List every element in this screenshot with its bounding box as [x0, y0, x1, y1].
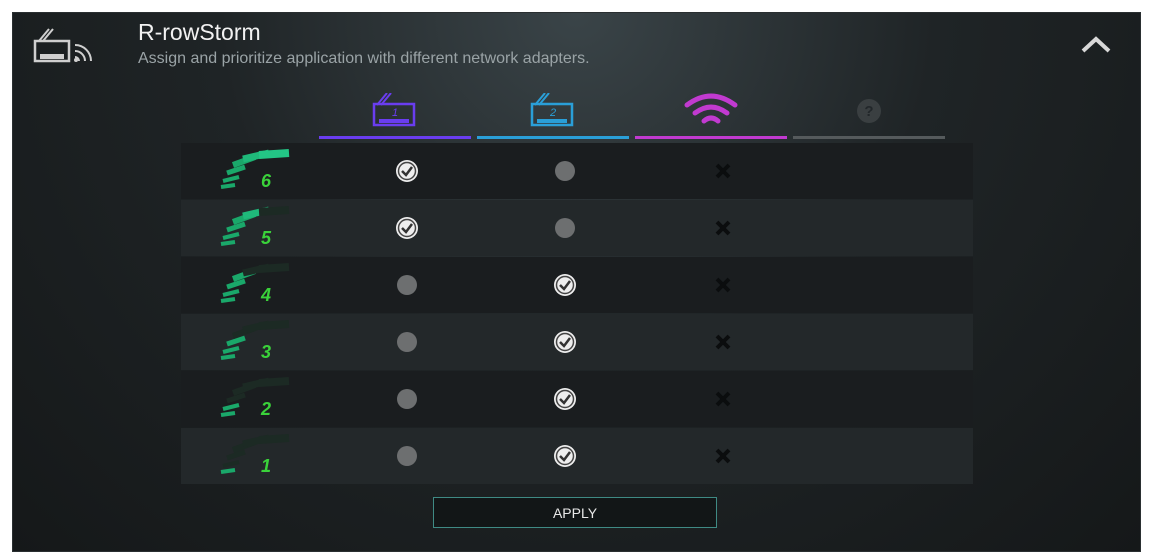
disabled-x-icon	[715, 391, 731, 407]
table-row: 1	[181, 428, 973, 484]
unselected-dot[interactable]	[555, 161, 575, 181]
priority-meter-icon: 1	[220, 434, 290, 476]
cell-adapter-1[interactable]	[331, 428, 483, 484]
cell-wifi	[647, 257, 799, 313]
cell-adapter-2[interactable]	[489, 200, 641, 256]
cell-adapter-1[interactable]	[331, 257, 483, 313]
cell-wifi	[647, 143, 799, 199]
column-header-adapter-1: 1	[319, 89, 471, 139]
apply-button[interactable]: APPLY	[433, 497, 717, 528]
cell-adapter-1[interactable]	[331, 371, 483, 427]
cell-adapter-2[interactable]	[489, 428, 641, 484]
priority-meter-icon: 5	[220, 206, 290, 248]
help-icon: ?	[857, 99, 881, 123]
svg-text:5: 5	[261, 228, 272, 248]
priority-table: 6 5 4 3 2 1	[181, 143, 973, 484]
column-underline-wifi	[635, 136, 787, 139]
checkmark-icon[interactable]	[553, 273, 577, 297]
column-header-adapter-2: 2	[477, 89, 629, 139]
table-row: 5	[181, 200, 973, 256]
column-header-unknown: ?	[793, 89, 945, 139]
cell-adapter-1[interactable]	[331, 143, 483, 199]
table-row: 4	[181, 257, 973, 313]
column-header-wifi	[635, 89, 787, 139]
svg-text:3: 3	[261, 342, 271, 362]
svg-text:1: 1	[261, 456, 271, 476]
cell-adapter-2[interactable]	[489, 143, 641, 199]
rowstorm-panel: R-rowStorm Assign and prioritize applica…	[12, 12, 1141, 552]
priority-meter-icon: 6	[220, 149, 290, 191]
column-underline-adapter-1	[319, 136, 471, 139]
svg-text:2: 2	[549, 107, 556, 119]
checkmark-icon[interactable]	[395, 159, 419, 183]
table-row: 6	[181, 143, 973, 199]
cell-adapter-2[interactable]	[489, 257, 641, 313]
unselected-dot[interactable]	[555, 218, 575, 238]
unselected-dot[interactable]	[397, 446, 417, 466]
page-title: R-rowStorm	[138, 19, 261, 45]
svg-text:?: ?	[864, 103, 873, 120]
svg-text:4: 4	[260, 285, 271, 305]
disabled-x-icon	[715, 277, 731, 293]
checkmark-icon[interactable]	[553, 387, 577, 411]
cell-adapter-1[interactable]	[331, 200, 483, 256]
cell-adapter-1[interactable]	[331, 314, 483, 370]
disabled-x-icon	[715, 163, 731, 179]
network-adapter-icon	[33, 28, 92, 63]
table-row: 3	[181, 314, 973, 370]
network-adapter-2-icon: 2	[530, 93, 574, 127]
cell-wifi	[647, 428, 799, 484]
wifi-icon	[684, 93, 738, 124]
checkmark-icon[interactable]	[553, 444, 577, 468]
cell-wifi	[647, 371, 799, 427]
chevron-up-icon[interactable]	[1079, 33, 1113, 57]
cell-wifi	[647, 200, 799, 256]
cell-adapter-2[interactable]	[489, 371, 641, 427]
table-row: 2	[181, 371, 973, 427]
checkmark-icon[interactable]	[395, 216, 419, 240]
disabled-x-icon	[715, 334, 731, 350]
priority-meter-icon: 4	[220, 263, 290, 305]
page-subtitle: Assign and prioritize application with d…	[138, 50, 590, 67]
network-adapter-1-icon: 1	[372, 93, 416, 127]
column-underline-unknown	[793, 136, 945, 139]
unselected-dot[interactable]	[397, 275, 417, 295]
unselected-dot[interactable]	[397, 389, 417, 409]
priority-meter-icon: 2	[220, 377, 290, 419]
disabled-x-icon	[715, 220, 731, 236]
cell-adapter-2[interactable]	[489, 314, 641, 370]
priority-meter-icon: 3	[220, 320, 290, 362]
svg-text:1: 1	[392, 107, 398, 119]
disabled-x-icon	[715, 448, 731, 464]
svg-text:2: 2	[260, 399, 271, 419]
cell-wifi	[647, 314, 799, 370]
checkmark-icon[interactable]	[553, 330, 577, 354]
svg-text:6: 6	[261, 171, 272, 191]
unselected-dot[interactable]	[397, 332, 417, 352]
column-underline-adapter-2	[477, 136, 629, 139]
